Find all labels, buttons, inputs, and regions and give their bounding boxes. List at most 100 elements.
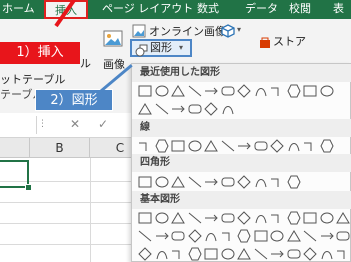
shape-option[interactable] [171,102,185,116]
shape-option[interactable] [221,84,235,98]
tab-home[interactable]: ホーム [2,0,35,19]
shape-option[interactable] [155,102,169,116]
shape-option[interactable] [270,139,284,153]
shape-option[interactable] [286,175,301,189]
tab-view[interactable]: 表 [333,0,344,19]
shape-option[interactable] [287,139,301,153]
shape-option[interactable] [303,84,317,98]
name-box[interactable] [0,116,37,134]
shape-option[interactable] [188,102,202,116]
shape-option[interactable] [187,229,202,243]
store-button[interactable]: ストア [273,33,306,49]
shape-option[interactable] [237,175,251,189]
shape-option[interactable] [287,247,301,261]
shape-option[interactable] [254,175,268,189]
cancel-button[interactable]: ✕ [70,117,80,131]
shape-option[interactable] [270,247,284,261]
column-header-a[interactable] [0,138,30,158]
online-images-button[interactable]: オンライン画像 [149,23,226,39]
shape-option[interactable] [303,229,317,243]
shape-option[interactable] [138,247,152,261]
shape-option[interactable] [171,229,185,243]
shape-option[interactable] [138,211,152,225]
shape-option[interactable] [336,247,350,261]
shape-option[interactable] [237,84,251,98]
shape-option[interactable] [204,211,218,225]
shape-option[interactable] [286,84,301,98]
shape-option[interactable] [303,211,317,225]
shape-option[interactable] [204,175,218,189]
shape-option[interactable] [188,175,202,189]
shape-option[interactable] [303,247,317,261]
tab-formulas[interactable]: 数式 [197,0,219,19]
shape-option[interactable] [138,139,152,153]
shape-option[interactable] [336,229,350,243]
3d-model-icon[interactable] [221,23,235,38]
shape-option[interactable] [270,84,284,98]
shape-option[interactable] [254,139,268,153]
tab-data[interactable]: データ [245,0,278,19]
shape-option[interactable] [204,247,218,261]
shape-option[interactable] [187,247,202,261]
shape-option[interactable] [204,229,218,243]
shape-option[interactable] [270,229,284,243]
shape-option[interactable] [204,84,218,98]
shape-option[interactable] [237,139,251,153]
shape-option[interactable] [138,229,152,243]
shape-option[interactable] [188,211,202,225]
shape-option[interactable] [171,84,185,98]
shape-option[interactable] [270,211,284,225]
shape-option[interactable] [336,211,350,225]
shape-option[interactable] [221,211,235,225]
shape-option[interactable] [138,84,152,98]
table-button-label[interactable]: ル [80,55,91,71]
shape-option[interactable] [270,175,284,189]
fill-handle[interactable] [25,184,32,191]
column-header-b[interactable]: B [30,138,90,158]
shape-option[interactable] [154,139,169,153]
shape-option[interactable] [286,211,301,225]
chevron-down-icon[interactable]: ▾ [237,25,241,34]
shape-option[interactable] [237,247,251,261]
shape-option[interactable] [221,229,235,243]
shape-option[interactable] [303,139,317,153]
shape-option[interactable] [221,102,235,116]
shape-option[interactable] [155,211,169,225]
shapes-button[interactable]: 図形 ▾ [130,39,192,57]
shape-option[interactable] [320,84,334,98]
shape-option[interactable] [171,139,185,153]
shape-option[interactable] [254,84,268,98]
shape-option[interactable] [188,84,202,98]
shape-option[interactable] [237,229,251,243]
pivot-table-label[interactable]: ットテーブル [0,71,65,87]
shape-option[interactable] [286,229,301,243]
shape-option[interactable] [204,139,218,153]
shape-option[interactable] [320,247,334,261]
shape-option[interactable] [138,102,152,116]
shape-option[interactable] [155,84,169,98]
shape-option[interactable] [138,175,152,189]
shape-option[interactable] [171,175,185,189]
shape-option[interactable] [155,175,169,189]
enter-button[interactable]: ✓ [98,117,108,131]
shape-option[interactable] [171,211,185,225]
shape-option[interactable] [204,102,218,116]
pictures-button[interactable]: 画像 [103,56,125,72]
tab-review[interactable]: 校閲 [289,0,311,19]
shape-option[interactable] [320,211,334,225]
shape-option[interactable] [171,247,185,261]
shape-option[interactable] [221,247,235,261]
shape-option[interactable] [155,229,169,243]
shape-option[interactable] [254,247,268,261]
shape-option[interactable] [254,229,268,243]
shape-option[interactable] [320,229,334,243]
shape-option[interactable] [237,211,251,225]
picture-icon[interactable] [103,29,123,49]
tab-page-layout[interactable]: ページ レイアウト [102,0,193,19]
shape-option[interactable] [319,139,334,153]
shape-option[interactable] [221,175,235,189]
shape-option[interactable] [188,139,202,153]
shape-option[interactable] [221,139,235,153]
shape-option[interactable] [155,247,169,261]
shape-option[interactable] [254,211,268,225]
